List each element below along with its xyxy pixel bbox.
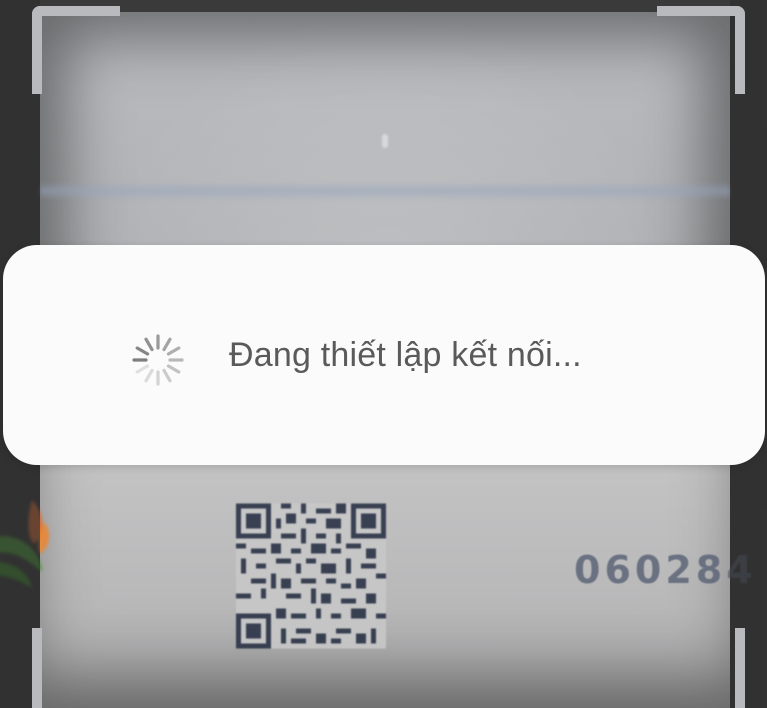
viewfinder-corner-top-left <box>32 6 120 94</box>
camera-feed-glare <box>40 182 730 200</box>
loading-spinner-icon <box>132 334 184 386</box>
qr-code <box>236 503 386 649</box>
viewfinder-corner-top-right <box>657 6 745 94</box>
viewfinder-corner-bottom-right <box>657 628 745 708</box>
camera-feed-spot <box>382 134 388 148</box>
viewfinder-corner-bottom-left <box>32 628 120 708</box>
qr-scanner-screen: 060284 Đang thiết lập kết nối... <box>0 0 767 708</box>
loading-message: Đang thiết lập kết nối... <box>229 336 582 374</box>
